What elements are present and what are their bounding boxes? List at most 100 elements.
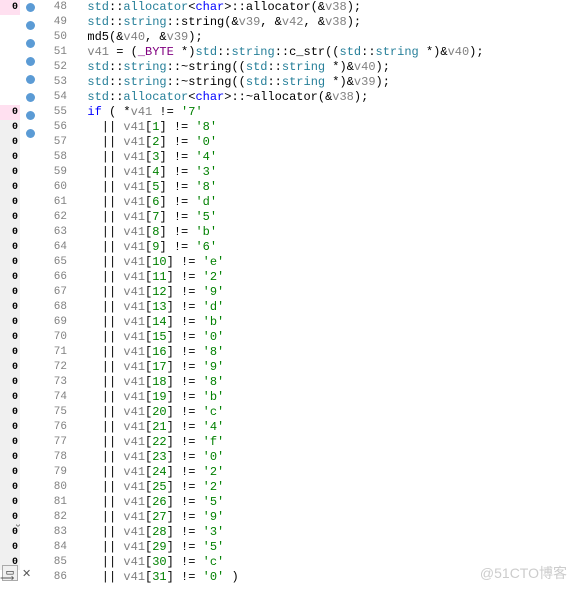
- breakpoint-slot[interactable]: [21, 39, 39, 54]
- breakpoint-dot-icon[interactable]: [26, 111, 35, 120]
- breakpoint-dot-icon[interactable]: [26, 93, 35, 102]
- code-line[interactable]: || v41[6] != 'd': [73, 195, 575, 210]
- code-line[interactable]: std::string::~string((std::string *)&v40…: [73, 60, 575, 75]
- breakpoint-slot[interactable]: [21, 234, 39, 249]
- code-token: 11: [152, 270, 166, 284]
- breakpoint-slot[interactable]: [21, 549, 39, 564]
- breakpoint-slot[interactable]: [21, 264, 39, 279]
- breakpoint-slot[interactable]: [21, 504, 39, 519]
- breakpoint-slot[interactable]: [21, 93, 39, 108]
- breakpoint-dot-icon[interactable]: [26, 75, 35, 84]
- code-editor[interactable]: 00000000000000000000000000000000> 484950…: [0, 0, 575, 591]
- code-token: ::: [167, 15, 181, 29]
- breakpoint-slot[interactable]: [21, 354, 39, 369]
- line-number: 75: [39, 405, 67, 420]
- code-line[interactable]: || v41[15] != '0': [73, 330, 575, 345]
- breakpoint-slot[interactable]: [21, 534, 39, 549]
- code-line[interactable]: || v41[18] != '8': [73, 375, 575, 390]
- code-line[interactable]: || v41[24] != '2': [73, 465, 575, 480]
- code-line[interactable]: std::allocator<char>::~allocator(&v38);: [73, 90, 575, 105]
- breakpoint-slot[interactable]: [21, 309, 39, 324]
- code-line[interactable]: || v41[12] != '9': [73, 285, 575, 300]
- code-token: ||: [73, 360, 123, 374]
- breakpoint-dot-icon[interactable]: [26, 39, 35, 48]
- breakpoint-slot[interactable]: [21, 75, 39, 90]
- code-line[interactable]: || v41[26] != '5': [73, 495, 575, 510]
- code-line[interactable]: || v41[1] != '8': [73, 120, 575, 135]
- code-line[interactable]: || v41[21] != '4': [73, 420, 575, 435]
- breakpoint-slot[interactable]: [21, 579, 39, 594]
- breakpoint-slot[interactable]: [21, 399, 39, 414]
- breakpoint-slot[interactable]: [21, 174, 39, 189]
- breakpoint-slot[interactable]: [21, 414, 39, 429]
- code-token: ::~: [167, 60, 189, 74]
- code-line[interactable]: || v41[20] != 'c': [73, 405, 575, 420]
- code-line[interactable]: || v41[10] != 'e': [73, 255, 575, 270]
- code-token: '9': [203, 360, 225, 374]
- breakpoint-slot[interactable]: [21, 219, 39, 234]
- code-line[interactable]: || v41[5] != '8': [73, 180, 575, 195]
- breakpoint-slot[interactable]: [21, 369, 39, 384]
- code-line[interactable]: || v41[2] != '0': [73, 135, 575, 150]
- breakpoint-slot[interactable]: [21, 279, 39, 294]
- breakpoint-slot[interactable]: [21, 159, 39, 174]
- code-line[interactable]: || v41[8] != 'b': [73, 225, 575, 240]
- breakpoint-slot[interactable]: [21, 339, 39, 354]
- code-token: 'b': [195, 225, 217, 239]
- breakpoint-dot-icon[interactable]: [26, 21, 35, 30]
- code-area[interactable]: std::allocator<char>::allocator(&v38); s…: [73, 0, 575, 591]
- code-line[interactable]: || v41[22] != 'f': [73, 435, 575, 450]
- breakpoint-slot[interactable]: [21, 111, 39, 126]
- breakpoint-slot[interactable]: [21, 21, 39, 36]
- breakpoint-slot[interactable]: [21, 189, 39, 204]
- breakpoint-slot[interactable]: [21, 294, 39, 309]
- code-line[interactable]: || v41[27] != '9': [73, 510, 575, 525]
- breakpoint-slot[interactable]: [21, 3, 39, 18]
- code-line[interactable]: || v41[16] != '8': [73, 345, 575, 360]
- code-line[interactable]: if ( *v41 != '7': [73, 105, 575, 120]
- breakpoint-slot[interactable]: [21, 384, 39, 399]
- code-line[interactable]: || v41[23] != '0': [73, 450, 575, 465]
- breakpoint-slot[interactable]: [21, 594, 39, 609]
- code-line[interactable]: || v41[4] != '3': [73, 165, 575, 180]
- code-line[interactable]: || v41[19] != 'b': [73, 390, 575, 405]
- code-line[interactable]: || v41[17] != '9': [73, 360, 575, 375]
- breakpoint-slot[interactable]: [21, 129, 39, 144]
- code-line[interactable]: || v41[3] != '4': [73, 150, 575, 165]
- breakpoint-slot[interactable]: [21, 249, 39, 264]
- breakpoint-dot-icon[interactable]: [26, 57, 35, 66]
- breakpoint-slot[interactable]: [21, 489, 39, 504]
- code-line[interactable]: || v41[29] != '5': [73, 540, 575, 555]
- breakpoint-gutter[interactable]: [21, 0, 39, 591]
- code-token: ||: [73, 150, 123, 164]
- code-token: '0': [203, 330, 225, 344]
- breakpoint-dot-icon[interactable]: [26, 129, 35, 138]
- code-line[interactable]: || v41[14] != 'b': [73, 315, 575, 330]
- breakpoint-slot[interactable]: [21, 429, 39, 444]
- breakpoint-slot[interactable]: [21, 144, 39, 159]
- code-line[interactable]: md5(&v40, &v39);: [73, 30, 575, 45]
- code-token: ||: [73, 390, 123, 404]
- code-line[interactable]: std::string::string(&v39, &v42, &v38);: [73, 15, 575, 30]
- code-token: ||: [73, 195, 123, 209]
- code-line[interactable]: || v41[28] != '3': [73, 525, 575, 540]
- breakpoint-dot-icon[interactable]: [26, 3, 35, 12]
- code-token: 'b': [203, 315, 225, 329]
- code-line[interactable]: || v41[11] != '2': [73, 270, 575, 285]
- code-line[interactable]: || v41[7] != '5': [73, 210, 575, 225]
- line-number: 71: [39, 345, 67, 360]
- code-line[interactable]: || v41[13] != 'd': [73, 300, 575, 315]
- breakpoint-slot[interactable]: [21, 324, 39, 339]
- code-line[interactable]: || v41[25] != '2': [73, 480, 575, 495]
- code-line[interactable]: || v41[9] != '6': [73, 240, 575, 255]
- breakpoint-slot[interactable]: [21, 474, 39, 489]
- code-line[interactable]: std::allocator<char>::allocator(&v38);: [73, 0, 575, 15]
- code-line[interactable]: v41 = (_BYTE *)std::string::c_str((std::…: [73, 45, 575, 60]
- close-icon[interactable]: ✕: [22, 567, 31, 581]
- breakpoint-slot[interactable]: [21, 444, 39, 459]
- breakpoint-slot[interactable]: [21, 519, 39, 534]
- breakpoint-slot[interactable]: [21, 57, 39, 72]
- breakpoint-slot[interactable]: [21, 204, 39, 219]
- breakpoint-slot[interactable]: [21, 459, 39, 474]
- code-line[interactable]: std::string::~string((std::string *)&v39…: [73, 75, 575, 90]
